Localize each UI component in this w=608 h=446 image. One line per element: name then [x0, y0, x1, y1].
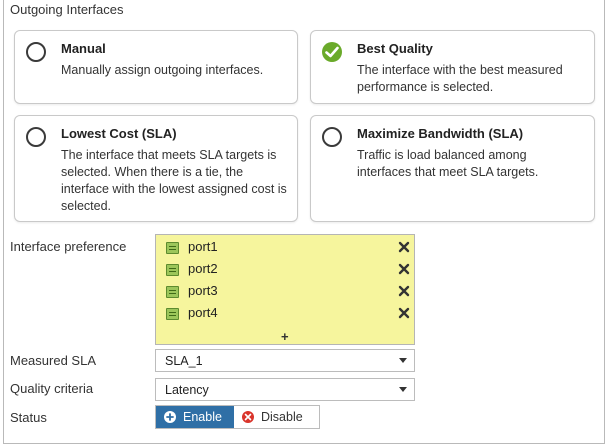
port-icon — [166, 308, 179, 320]
option-description: The interface that meets SLA targets is … — [61, 148, 287, 213]
port-icon — [166, 242, 179, 254]
status-label: Status — [10, 410, 47, 425]
disable-label: Disable — [261, 410, 303, 424]
section-title: Outgoing Interfaces — [10, 2, 124, 17]
chevron-down-icon — [399, 358, 407, 363]
radio-manual[interactable] — [26, 42, 46, 62]
radio-lowest-cost[interactable] — [26, 127, 46, 147]
radio-maximize-bandwidth[interactable] — [322, 127, 342, 147]
option-description: Traffic is load balanced among interface… — [357, 148, 539, 179]
port-name: port2 — [188, 261, 218, 276]
port-name: port1 — [188, 239, 218, 254]
list-item[interactable]: port4 — [166, 305, 410, 327]
disable-button[interactable]: Disable — [234, 406, 319, 428]
port-icon — [166, 264, 179, 276]
list-item[interactable]: port3 — [166, 283, 410, 305]
interface-preference-label: Interface preference — [10, 239, 127, 254]
option-description: The interface with the best measured per… — [357, 63, 563, 94]
option-title: Maximize Bandwidth (SLA) — [357, 126, 524, 141]
option-maximize-bandwidth-card[interactable]: Maximize Bandwidth (SLA) Traffic is load… — [310, 115, 595, 222]
quality-criteria-select[interactable]: Latency — [155, 378, 415, 401]
option-title: Manual — [61, 41, 106, 56]
enable-icon — [164, 411, 176, 423]
close-icon[interactable] — [398, 307, 410, 319]
measured-sla-label: Measured SLA — [10, 353, 96, 368]
port-name: port3 — [188, 283, 218, 298]
measured-sla-value: SLA_1 — [165, 354, 203, 368]
option-title: Lowest Cost (SLA) — [61, 126, 177, 141]
option-best-quality-card[interactable]: Best Quality The interface with the best… — [310, 30, 595, 104]
enable-label: Enable — [183, 410, 222, 424]
enable-button[interactable]: Enable — [156, 406, 234, 428]
disable-icon — [242, 411, 254, 423]
close-icon[interactable] — [398, 263, 410, 275]
option-manual-card[interactable]: Manual Manually assign outgoing interfac… — [14, 30, 298, 104]
port-name: port4 — [188, 305, 218, 320]
measured-sla-select[interactable]: SLA_1 — [155, 349, 415, 372]
interface-preference-list[interactable]: port1 port2 port3 port4 + — [155, 234, 415, 345]
chevron-down-icon — [399, 387, 407, 392]
check-icon[interactable] — [322, 42, 342, 62]
status-toggle: Enable Disable — [155, 405, 320, 429]
option-lowest-cost-card[interactable]: Lowest Cost (SLA) The interface that mee… — [14, 115, 298, 222]
quality-criteria-value: Latency — [165, 383, 209, 397]
list-item[interactable]: port2 — [166, 261, 410, 283]
option-title: Best Quality — [357, 41, 433, 56]
close-icon[interactable] — [398, 241, 410, 253]
port-icon — [166, 286, 179, 298]
close-icon[interactable] — [398, 285, 410, 297]
list-item[interactable]: port1 — [166, 239, 410, 261]
option-description: Manually assign outgoing interfaces. — [61, 63, 264, 77]
quality-criteria-label: Quality criteria — [10, 381, 94, 396]
plus-icon[interactable]: + — [281, 329, 289, 344]
